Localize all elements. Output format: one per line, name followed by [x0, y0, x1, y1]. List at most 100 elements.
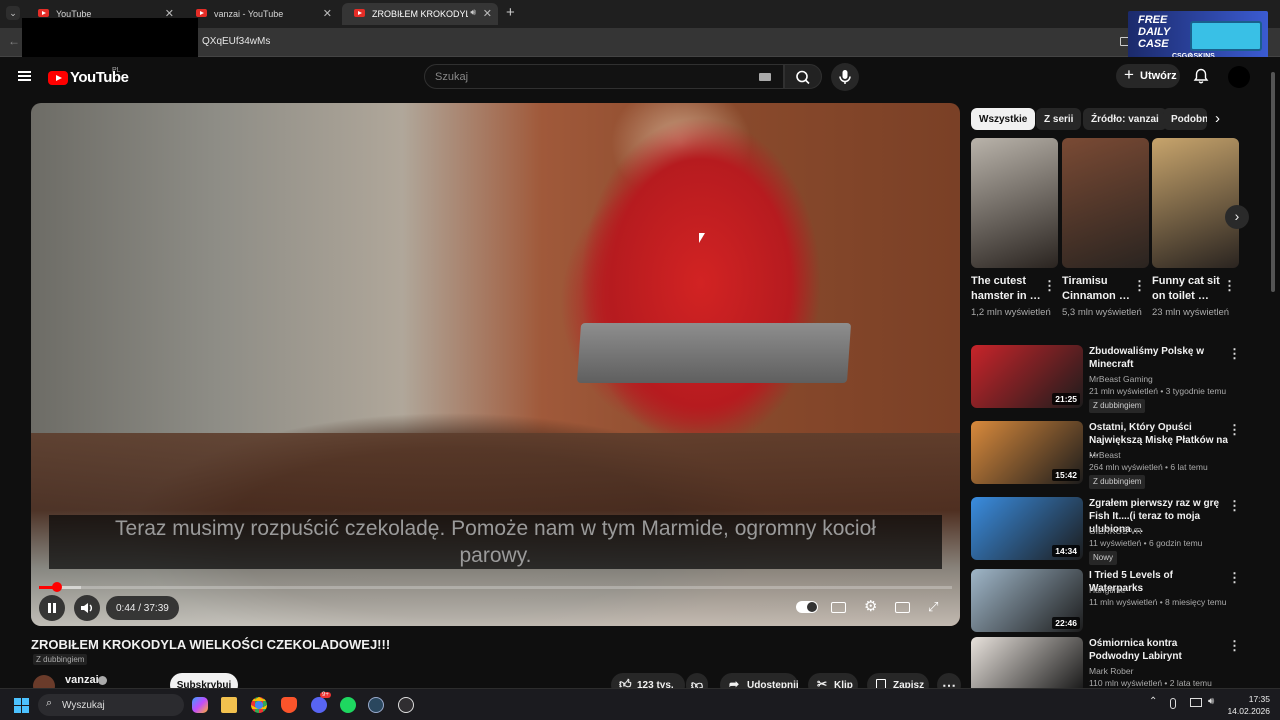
pause-button[interactable] — [39, 595, 65, 621]
short-title[interactable]: Funny cat sit on toilet … — [1152, 274, 1222, 304]
video-thumbnail[interactable]: 21:25 — [971, 345, 1083, 408]
search-box — [424, 64, 784, 89]
video-thumbnail[interactable]: 14:34 — [971, 497, 1083, 560]
tab-search-chevron-icon[interactable]: ⌄ — [6, 6, 20, 20]
discord-icon[interactable]: 9+ — [311, 692, 331, 713]
close-tab-icon[interactable]: ✕ — [323, 7, 332, 20]
subtitles-icon[interactable] — [831, 602, 846, 613]
shorts-next-arrow-icon[interactable]: › — [1225, 205, 1249, 229]
display-tray-icon[interactable] — [1190, 698, 1202, 707]
volume-button[interactable] — [74, 595, 100, 621]
notification-count: 9+ — [320, 692, 331, 698]
more-options-icon[interactable]: ⋮ — [1228, 638, 1241, 654]
dubbing-badge: Z dubbingiem — [33, 654, 88, 665]
views-age: 110 mln wyświetleń • 2 lata temu — [1089, 678, 1212, 688]
youtube-favicon-icon — [196, 9, 207, 17]
volume-icon — [81, 603, 92, 613]
video-title[interactable]: Zbudowaliśmy Polskę w Minecraft — [1089, 345, 1229, 371]
account-avatar[interactable] — [1228, 66, 1250, 88]
more-options-icon[interactable]: ⋮ — [1228, 570, 1241, 586]
system-clock[interactable]: 17:35 14.02.2026 — [1227, 693, 1270, 717]
short-thumbnail-hamster[interactable] — [971, 138, 1058, 268]
more-options-icon[interactable]: ⋮ — [1228, 498, 1241, 514]
video-thumbnail[interactable]: 22:46 — [971, 569, 1083, 632]
views-age: 21 mln wyświetleń • 3 tygodnie temu — [1089, 386, 1227, 396]
chrome-icon[interactable] — [251, 697, 267, 713]
youtube-favicon-icon — [354, 9, 365, 17]
fullscreen-icon[interactable]: ⤢ — [928, 600, 944, 614]
youtube-play-icon — [48, 70, 68, 85]
short-title[interactable]: Tiramisu Cinnamon … — [1062, 274, 1132, 304]
page-scrollbar[interactable] — [1270, 62, 1276, 688]
microphone-tray-icon[interactable] — [1170, 698, 1176, 709]
channel-name[interactable]: GIERKOŚ VR — [1089, 525, 1229, 537]
file-explorer-icon[interactable] — [221, 697, 237, 713]
volume-tray-icon[interactable]: 🔊︎ — [1208, 696, 1214, 707]
ad-headline: FREE DAILY CASE — [1138, 14, 1170, 50]
chip-all[interactable]: Wszystkie — [971, 108, 1036, 130]
short-title[interactable]: The cutest hamster in … — [971, 274, 1041, 304]
chip-similar[interactable]: Podobne — [1163, 108, 1207, 130]
chip-series[interactable]: Z serii — [1036, 108, 1082, 130]
spotify-icon[interactable] — [340, 697, 356, 713]
notifications-bell-icon[interactable] — [1192, 67, 1210, 85]
voice-search-button[interactable] — [831, 63, 859, 91]
browser-tab-active-video[interactable]: ZROBIŁEM KROKODYLA WI 🔊︎ ✕ — [342, 3, 498, 25]
short-thumbnail-cat[interactable] — [1152, 138, 1239, 268]
new-badge: Nowy — [1089, 551, 1118, 565]
browser-tab-vanzai[interactable]: vanzai - YouTube ✕ — [184, 3, 338, 25]
obs-icon[interactable] — [398, 697, 414, 713]
cursor-pointer-icon — [699, 233, 705, 243]
chip-source-vanzai[interactable]: Źródło: vanzai — [1083, 108, 1167, 130]
more-options-icon[interactable]: ⋮ — [1223, 278, 1236, 294]
search-input[interactable] — [425, 65, 745, 88]
video-meta: MrBeast Gaming 21 mln wyświetleń • 3 tyg… — [1089, 373, 1229, 413]
advertisement-banner[interactable]: FREE DAILY CASE CSG⚙SKINS — [1128, 11, 1268, 62]
more-options-icon[interactable]: ⋮ — [1228, 346, 1241, 362]
video-meta: MrBeast 264 mln wyświetleń • 6 lat temu … — [1089, 449, 1229, 489]
url-field[interactable]: QXqEUf34wMs — [202, 36, 270, 47]
copilot-icon[interactable] — [192, 697, 208, 713]
speaker-icon[interactable]: 🔊︎ — [470, 7, 476, 18]
channel-name[interactable]: Mark Rober — [1089, 665, 1229, 677]
more-options-icon[interactable]: ⋮ — [1043, 278, 1056, 294]
video-thumbnail[interactable] — [971, 637, 1083, 688]
youtube-favicon-icon — [38, 9, 49, 17]
steam-icon[interactable] — [368, 697, 384, 713]
short-views: 5,3 mln wyświetleń — [1062, 307, 1142, 318]
short-views: 23 mln wyświetleń — [1152, 307, 1230, 318]
back-arrow-icon[interactable]: ← — [8, 34, 20, 48]
clock-time: 17:35 — [1248, 694, 1270, 704]
miniplayer-icon[interactable] — [895, 602, 910, 613]
short-thumbnail-tiramisu[interactable] — [1062, 138, 1149, 268]
video-frame-tray — [576, 323, 852, 383]
brave-icon[interactable] — [281, 697, 297, 713]
channel-name[interactable]: Hangtime — [1089, 584, 1229, 596]
new-tab-button[interactable]: + — [506, 4, 515, 21]
duration-badge: 14:34 — [1052, 545, 1080, 557]
windows-start-icon[interactable] — [14, 698, 29, 713]
progress-bar[interactable] — [39, 582, 952, 592]
windows-taskbar: ⌕ Wyszukaj 9+ ⌃ 🔊︎ 17:35 14.02.2026 — [0, 688, 1280, 720]
video-title[interactable]: Ośmiornica kontra Podwodny Labirynt — [1089, 637, 1229, 663]
create-button[interactable]: Utwórz — [1116, 64, 1180, 88]
channel-name[interactable]: MrBeast Gaming — [1089, 373, 1229, 385]
channel-name[interactable]: vanzai — [65, 674, 99, 686]
scrubber-handle[interactable] — [51, 582, 62, 592]
close-tab-icon[interactable]: ✕ — [483, 7, 492, 20]
settings-gear-icon[interactable]: ⚙ — [864, 599, 880, 614]
views-age: 264 mln wyświetleń • 6 lat temu — [1089, 462, 1208, 472]
menu-icon[interactable] — [18, 71, 31, 81]
keyboard-icon[interactable] — [759, 73, 771, 81]
video-thumbnail[interactable]: 15:42 — [971, 421, 1083, 484]
tray-overflow-icon[interactable]: ⌃ — [1149, 696, 1157, 707]
autoplay-toggle[interactable] — [796, 601, 818, 613]
taskbar-search[interactable]: ⌕ Wyszukaj — [38, 694, 184, 716]
more-options-icon[interactable]: ⋮ — [1133, 278, 1146, 294]
channel-name[interactable]: MrBeast — [1089, 449, 1229, 461]
chips-next-arrow-icon[interactable]: › — [1215, 110, 1220, 127]
search-button[interactable] — [784, 64, 822, 89]
more-options-icon[interactable]: ⋮ — [1228, 422, 1241, 438]
scrollbar-thumb[interactable] — [1271, 72, 1275, 292]
youtube-logo[interactable]: YouTube PL — [48, 67, 129, 86]
